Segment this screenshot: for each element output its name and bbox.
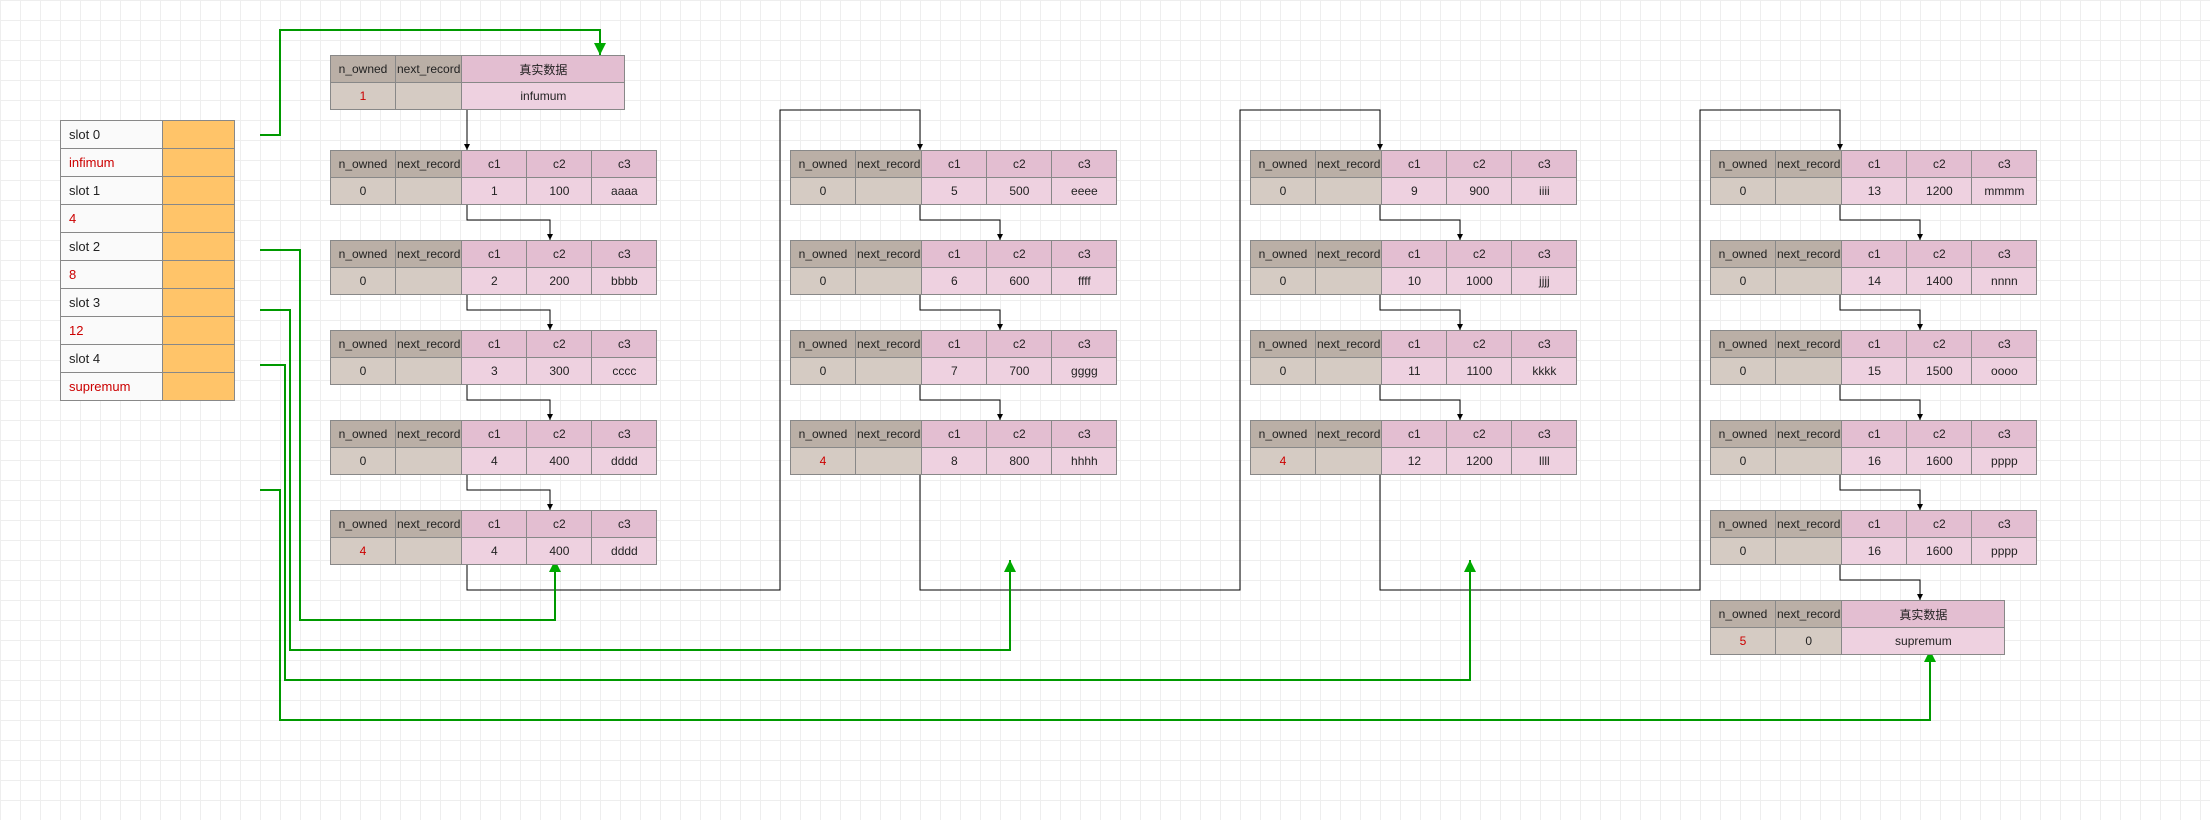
slot-directory: slot 0 infimum slot 1 4 slot 2 8 slot 3 … — [60, 120, 235, 401]
record-3: n_ownednext_recordc1c2c303300cccc — [330, 330, 657, 385]
record-4: n_ownednext_recordc1c2c304400dddd — [330, 420, 657, 475]
slot4-value: supremum — [61, 373, 163, 401]
record-11: n_ownednext_recordc1c2c30111100kkkk — [1250, 330, 1577, 385]
record-10: n_ownednext_recordc1c2c30101000jjjj — [1250, 240, 1577, 295]
record-4b: n_ownednext_recordc1c2c344400dddd — [330, 510, 657, 565]
slot1-label: slot 1 — [61, 177, 163, 205]
record-supremum: n_owned next_record 真实数据 5 0 supremum — [1710, 600, 2005, 655]
record-16: n_ownednext_recordc1c2c30161600pppp — [1710, 420, 2037, 475]
connector-layer — [0, 0, 2210, 820]
slot0-label: slot 0 — [61, 121, 163, 149]
record-1: n_ownednext_recordc1c2c301100aaaa — [330, 150, 657, 205]
record-6: n_ownednext_recordc1c2c306600ffff — [790, 240, 1117, 295]
slot4-label: slot 4 — [61, 345, 163, 373]
slot0-value: infimum — [61, 149, 163, 177]
slot3-label: slot 3 — [61, 289, 163, 317]
record-16b: n_ownednext_recordc1c2c30161600pppp — [1710, 510, 2037, 565]
record-infumum: n_owned next_record 真实数据 1 infumum — [330, 55, 625, 110]
diagram-canvas: slot 0 infimum slot 1 4 slot 2 8 slot 3 … — [0, 0, 2210, 820]
record-7: n_ownednext_recordc1c2c307700gggg — [790, 330, 1117, 385]
record-14: n_ownednext_recordc1c2c30141400nnnn — [1710, 240, 2037, 295]
record-15: n_ownednext_recordc1c2c30151500oooo — [1710, 330, 2037, 385]
slot2-value: 8 — [61, 261, 163, 289]
record-5: n_ownednext_recordc1c2c305500eeee — [790, 150, 1117, 205]
slot3-value: 12 — [61, 317, 163, 345]
slot1-value: 4 — [61, 205, 163, 233]
record-8: n_ownednext_recordc1c2c348800hhhh — [790, 420, 1117, 475]
record-2: n_ownednext_recordc1c2c302200bbbb — [330, 240, 657, 295]
slot2-label: slot 2 — [61, 233, 163, 261]
record-9: n_ownednext_recordc1c2c309900iiii — [1250, 150, 1577, 205]
record-13: n_ownednext_recordc1c2c30131200mmmm — [1710, 150, 2037, 205]
record-12: n_ownednext_recordc1c2c34121200llll — [1250, 420, 1577, 475]
